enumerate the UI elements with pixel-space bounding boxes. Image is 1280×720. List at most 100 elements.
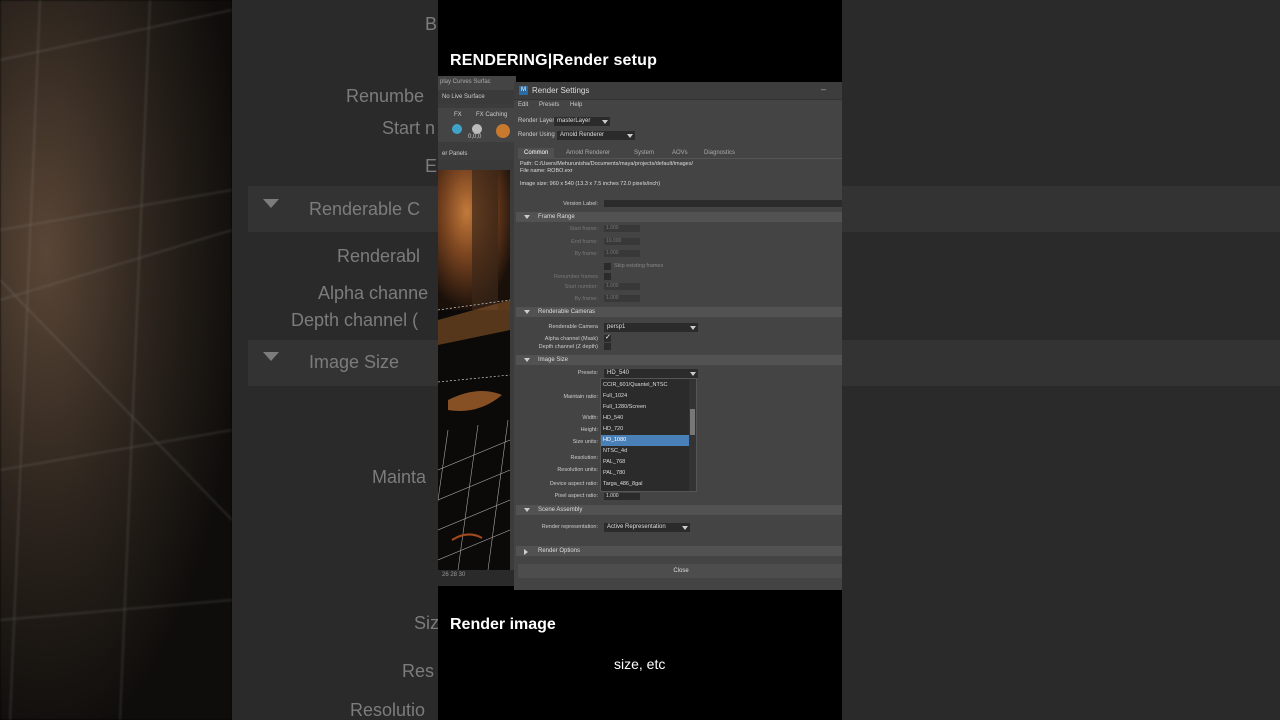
presets-dropdown[interactable]: HD_540 <box>604 369 698 378</box>
background-fragment: Renderable C <box>309 199 421 219</box>
renderable-camera-dropdown[interactable]: persp1 <box>604 323 698 332</box>
tab-aovs[interactable]: AOVs <box>666 148 694 159</box>
end-frame-field[interactable]: 10.000 <box>604 238 640 245</box>
menu-help[interactable]: Help <box>570 102 582 108</box>
time-slider[interactable]: 26 28 30 <box>438 570 516 586</box>
section-scene-assembly[interactable]: Scene Assembly <box>516 505 842 515</box>
shelf-tab-fx-caching[interactable]: FX Caching <box>476 112 507 118</box>
by-frame2-label: By frame: <box>574 296 598 302</box>
by-frame-field[interactable]: 1.000 <box>604 250 640 257</box>
preset-option[interactable]: HD_720 <box>601 424 689 435</box>
size-units-label: Size units: <box>572 439 598 445</box>
render-using-value: Arnold Renderer <box>560 132 605 138</box>
section-renderable-cameras[interactable]: Renderable Cameras <box>516 307 842 317</box>
maya-menu-bar[interactable]: play Curves Surfac <box>438 76 516 90</box>
background-fragment: Alpha channe <box>318 283 429 303</box>
render-layer-dropdown[interactable]: masterLayer <box>554 117 610 126</box>
render-representation-dropdown[interactable]: Active Representation <box>604 523 690 532</box>
menu-edit[interactable]: Edit <box>518 102 528 108</box>
output-file-name: File name: ROBO.exr <box>520 168 573 174</box>
pixel-aspect-label: Pixel aspect ratio: <box>554 493 598 499</box>
section-image-size[interactable]: Image Size <box>516 355 842 365</box>
background-fragment: Image Size <box>309 352 400 372</box>
section-title: Renderable Cameras <box>538 309 596 315</box>
preset-option[interactable]: Targa_486_8gal <box>601 479 689 490</box>
tab-common[interactable]: Common <box>518 148 555 159</box>
maya-app-icon: M <box>519 86 528 95</box>
pixel-aspect-field[interactable]: 1.000 <box>604 493 640 500</box>
section-title: Scene Assembly <box>538 507 583 513</box>
device-aspect-label: Device aspect ratio: <box>549 481 598 487</box>
sphere-tool-icon[interactable] <box>452 124 462 134</box>
maya-main-window: play Curves Surfac No Live Surface FX FX… <box>438 76 516 586</box>
alpha-channel-checkbox[interactable] <box>604 333 611 342</box>
close-button[interactable]: Close <box>518 564 842 578</box>
chevron-down-icon <box>690 326 696 330</box>
preset-option[interactable]: Full_1024 <box>601 391 689 402</box>
preset-option[interactable]: HD_540 <box>601 413 689 424</box>
tab-diagnostics[interactable]: Diagnostics <box>698 148 741 159</box>
section-frame-range[interactable]: Frame Range <box>516 212 842 222</box>
preset-option[interactable]: PAL_768 <box>601 457 689 468</box>
start-frame-field[interactable]: 1.000 <box>604 225 640 232</box>
render-settings-window: M Render Settings – Edit Presets Help Re… <box>514 82 842 590</box>
maintain-ratio-label: Maintain ratio: <box>563 394 598 400</box>
preset-option[interactable]: PAL_780 <box>601 468 689 479</box>
background-fragment: B <box>425 14 438 34</box>
move-tool-icon[interactable] <box>472 124 482 134</box>
by-frame2-field[interactable]: 1.000 <box>604 295 640 302</box>
caption-line-2: size, etc <box>614 656 666 672</box>
background-grid <box>0 0 232 720</box>
renderable-camera-label: Renderable Camera <box>548 324 598 330</box>
start-number-field[interactable]: 1.000 <box>604 283 640 290</box>
window-title-bar[interactable]: M Render Settings – <box>514 82 842 100</box>
dropdown-scrollbar[interactable] <box>689 379 696 491</box>
background-fragment: Res <box>402 661 435 681</box>
background-viewport-blur <box>0 0 232 720</box>
renderable-camera-value: persp1 <box>607 324 626 330</box>
minimize-icon[interactable]: – <box>821 84 826 94</box>
video-frame: B Renumbe Start n E Renderable C Rendera… <box>0 0 1280 720</box>
shelf-tab-fx[interactable]: FX <box>454 112 462 118</box>
renumber-checkbox[interactable] <box>604 273 611 280</box>
section-title: Image Size <box>538 357 569 363</box>
viewport-panel-menu[interactable]: er Panels <box>438 150 516 160</box>
tab-system[interactable]: System <box>628 148 660 159</box>
scrollbar-thumb[interactable] <box>690 409 695 435</box>
viewport-3d[interactable] <box>438 170 510 570</box>
preset-option[interactable]: NTSC_4d <box>601 446 689 457</box>
resolution-units-label: Resolution units: <box>557 467 598 473</box>
background-fragment: Depth channel ( <box>291 310 419 330</box>
menu-presets[interactable]: Presets <box>539 102 559 108</box>
caption-line-1: Render image <box>450 616 556 633</box>
chevron-right-icon <box>524 549 528 555</box>
coord-readout: 0,0,0 <box>468 134 482 140</box>
presets-value: HD_540 <box>607 370 630 376</box>
viewport-toolbar[interactable] <box>438 160 516 170</box>
preset-option[interactable]: Full_1280/Screen <box>601 402 689 413</box>
video-content: RENDERING|Render setup play Curves Surfa… <box>438 0 842 720</box>
background-fragment: E <box>425 156 438 176</box>
skip-existing-checkbox[interactable] <box>604 263 611 270</box>
preset-option[interactable]: CCIR_601/Quantel_NTSC <box>601 380 689 391</box>
presets-dropdown-list[interactable]: CCIR_601/Quantel_NTSC Full_1024 Full_128… <box>600 378 697 492</box>
maya-live-surface[interactable]: No Live Surface <box>438 90 516 104</box>
chevron-down-icon <box>263 199 279 208</box>
render-using-dropdown[interactable]: Arnold Renderer <box>557 131 635 140</box>
chevron-down-icon <box>524 215 530 219</box>
tab-arnold-renderer[interactable]: Arnold Renderer <box>560 148 616 159</box>
background-fragment: Renumbe <box>346 86 425 106</box>
chevron-down-icon <box>263 352 279 361</box>
preset-option-selected[interactable]: HD_1080 <box>601 435 689 446</box>
section-title: Frame Range <box>538 214 575 220</box>
output-path: Path: C:/Users/Mehurunisha/Documents/may… <box>520 161 694 167</box>
depth-channel-checkbox[interactable] <box>604 343 611 350</box>
window-menu-bar: Edit Presets Help <box>518 102 591 108</box>
window-title: Render Settings <box>532 86 590 95</box>
version-label-field[interactable] <box>604 200 842 207</box>
render-tool-icon[interactable] <box>496 124 510 138</box>
section-render-options[interactable]: Render Options <box>516 546 842 556</box>
viewport-scene <box>438 170 510 570</box>
height-label: Height: <box>580 427 598 433</box>
depth-channel-label: Depth channel (Z depth) <box>538 344 598 350</box>
